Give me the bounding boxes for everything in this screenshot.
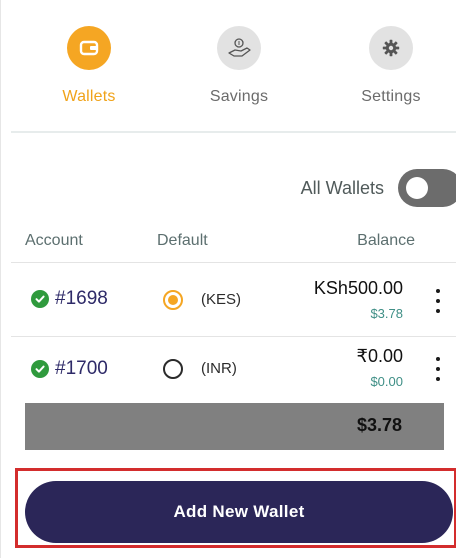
account-cell: #1700 bbox=[31, 358, 108, 380]
total-balance: $3.78 bbox=[356, 415, 402, 435]
savings-icon bbox=[217, 26, 261, 70]
balance-usd: $3.78 bbox=[370, 306, 403, 321]
balance-amount: ₹0.00 bbox=[356, 346, 404, 366]
tab-settings[interactable]: Settings bbox=[321, 26, 456, 106]
tab-savings[interactable]: Savings bbox=[169, 26, 309, 106]
default-radio[interactable] bbox=[163, 359, 183, 379]
all-wallets-toggle[interactable] bbox=[398, 169, 456, 207]
toggle-knob bbox=[406, 177, 428, 199]
header-account: Account bbox=[25, 232, 83, 249]
gear-icon bbox=[369, 26, 413, 70]
table-header: Account Default Balance bbox=[11, 224, 456, 263]
header-balance: Balance bbox=[357, 232, 415, 249]
wallets-panel: Wallets Savings Settings All Wallets Acc… bbox=[0, 0, 456, 558]
tab-settings-label: Settings bbox=[361, 88, 421, 105]
top-tabs: Wallets Savings Settings bbox=[1, 0, 456, 130]
currency-code: (KES) bbox=[201, 291, 242, 308]
table-row: #1700 (INR) ₹0.00 $0.00 bbox=[11, 338, 456, 402]
tab-wallets[interactable]: Wallets bbox=[19, 26, 159, 106]
currency-code: (INR) bbox=[201, 360, 237, 377]
balance-amount: KSh500.00 bbox=[313, 278, 403, 298]
account-number[interactable]: #1700 bbox=[55, 358, 108, 380]
account-number[interactable]: #1698 bbox=[55, 288, 108, 310]
table-row: #1698 (KES) KSh500.00 $3.78 bbox=[11, 264, 456, 337]
add-new-wallet-button[interactable]: Add New Wallet bbox=[25, 481, 453, 543]
row-menu-icon[interactable] bbox=[435, 357, 441, 381]
tab-wallets-label: Wallets bbox=[62, 88, 116, 105]
row-menu-icon[interactable] bbox=[435, 289, 441, 313]
tab-savings-label: Savings bbox=[209, 88, 269, 105]
verified-check-icon bbox=[31, 360, 49, 378]
header-default: Default bbox=[157, 232, 208, 249]
total-row: $3.78 bbox=[25, 403, 444, 450]
balance-usd: $0.00 bbox=[370, 374, 403, 389]
default-radio[interactable] bbox=[163, 290, 183, 310]
all-wallets-toggle-row: All Wallets bbox=[301, 168, 456, 208]
all-wallets-label: All Wallets bbox=[300, 177, 384, 198]
tabs-divider bbox=[11, 131, 456, 133]
wallet-icon bbox=[67, 26, 111, 70]
verified-check-icon bbox=[31, 290, 49, 308]
account-cell: #1698 bbox=[31, 288, 108, 310]
